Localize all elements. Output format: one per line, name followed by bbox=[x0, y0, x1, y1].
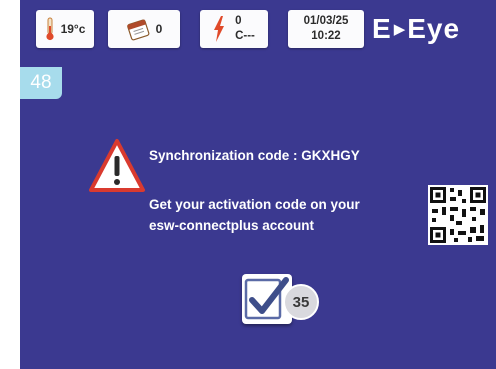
power-tile[interactable]: 0 C--- bbox=[200, 10, 268, 48]
qr-code-icon[interactable] bbox=[428, 185, 488, 245]
temperature-tile[interactable]: 19°c bbox=[36, 10, 94, 48]
status-bar: 19°c 0 0 C--- 01/03/25 10:22 E ▶ Eye bbox=[20, 0, 496, 58]
logo-letters-right: Eye bbox=[407, 13, 461, 44]
activation-hint: Get your activation code on your esw-con… bbox=[149, 194, 419, 236]
synchronization-code-text: Synchronization code : GKXHGY bbox=[149, 148, 360, 163]
activation-hint-line2: esw-connectplus account bbox=[149, 218, 315, 233]
brand-logo: E ▶ Eye bbox=[372, 8, 496, 50]
thermometer-icon bbox=[45, 17, 55, 41]
screen: 19°c 0 0 C--- 01/03/25 10:22 E ▶ Eye 48 … bbox=[20, 0, 496, 369]
lightning-icon bbox=[213, 16, 225, 42]
datetime-tile[interactable]: 01/03/25 10:22 bbox=[288, 10, 364, 48]
play-arrow-icon: ▶ bbox=[393, 21, 407, 38]
warning-icon bbox=[89, 139, 145, 192]
power-value: 0 bbox=[235, 15, 242, 27]
countdown-badge: 35 bbox=[283, 284, 319, 320]
activation-hint-line1: Get your activation code on your bbox=[149, 197, 360, 212]
calendar-count: 0 bbox=[155, 22, 163, 36]
date-value: 01/03/25 bbox=[303, 15, 349, 27]
calendar-tile[interactable]: 0 bbox=[108, 10, 180, 48]
power-unit: C--- bbox=[235, 30, 255, 42]
temperature-value: 19°c bbox=[60, 22, 86, 36]
time-value: 10:22 bbox=[311, 30, 341, 42]
confirm-button[interactable]: 35 bbox=[242, 271, 319, 327]
page-number-badge: 48 bbox=[20, 67, 62, 99]
calendar-icon bbox=[126, 17, 150, 41]
logo-letter-left: E bbox=[372, 13, 392, 44]
